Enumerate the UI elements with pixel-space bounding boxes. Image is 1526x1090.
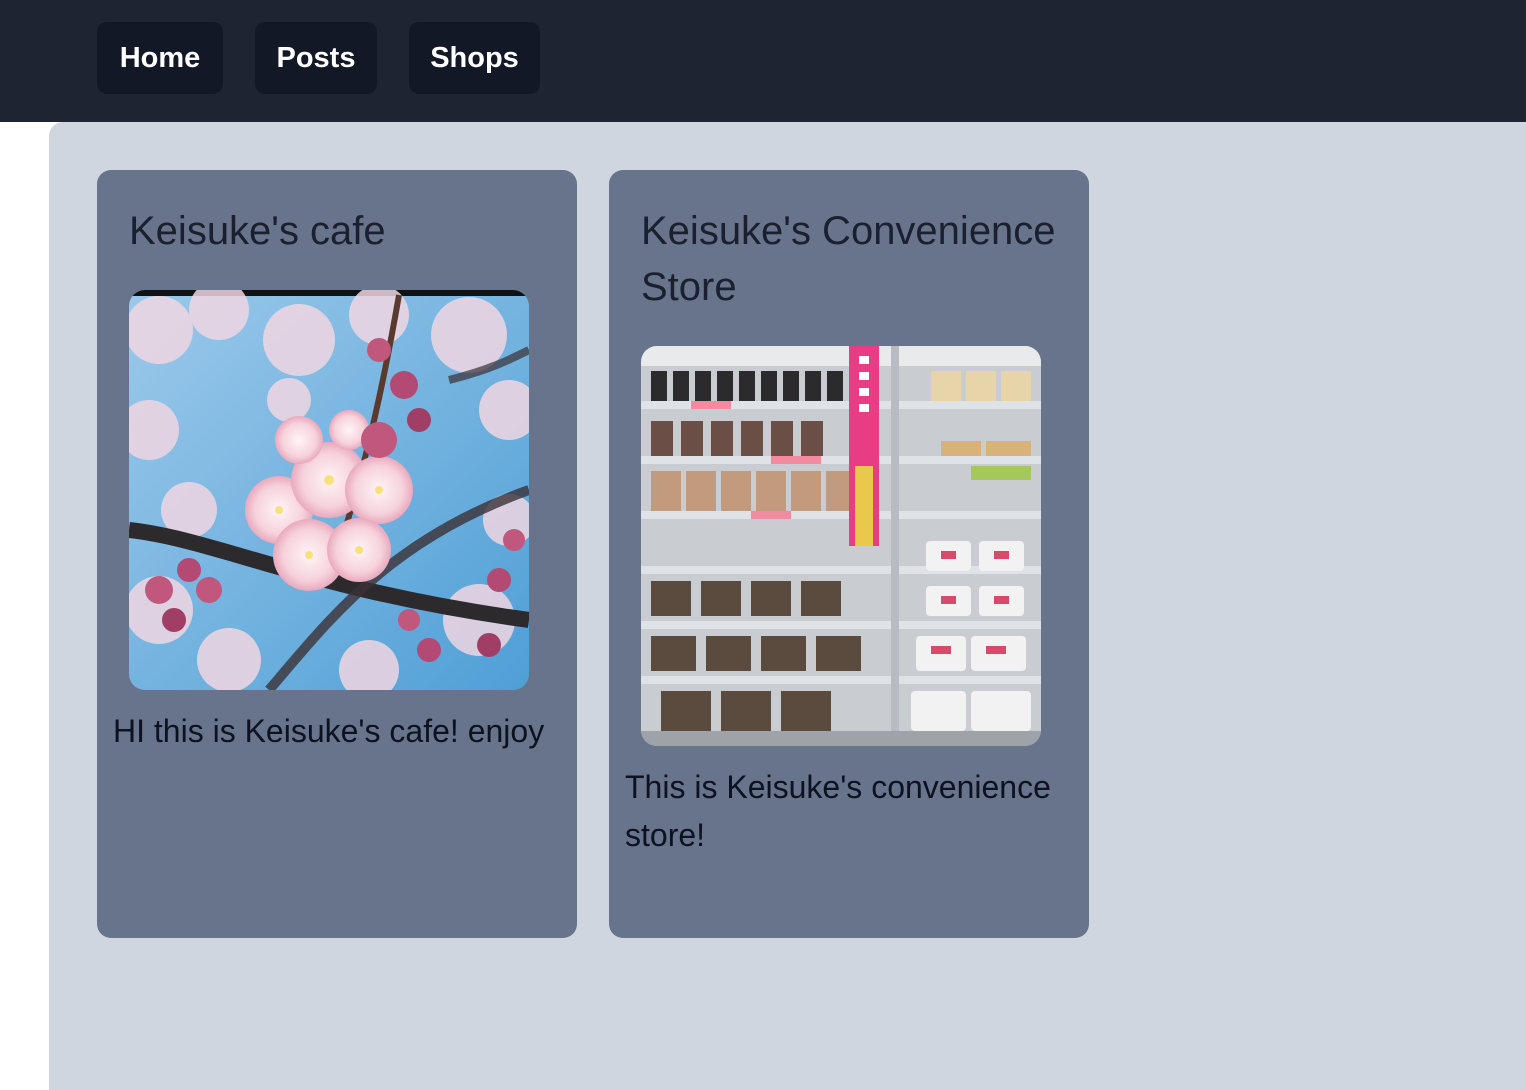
shop-card-description: HI this is Keisuke's cafe! enjoy	[113, 713, 545, 749]
shop-card-description: This is Keisuke's convenience store!	[625, 769, 1051, 853]
top-nav-bar: Home Posts Shops	[0, 0, 1526, 122]
nav-posts-button[interactable]: Posts	[255, 22, 377, 94]
cherry-blossom-photo	[129, 290, 529, 690]
nav-shops-button[interactable]: Shops	[409, 22, 540, 94]
shop-card-title: Keisuke's cafe	[129, 209, 386, 253]
shop-card-title: Keisuke's Convenience Store	[641, 209, 1056, 309]
nav-home-button[interactable]: Home	[97, 22, 223, 94]
convenience-store-shelves-photo	[641, 346, 1041, 746]
